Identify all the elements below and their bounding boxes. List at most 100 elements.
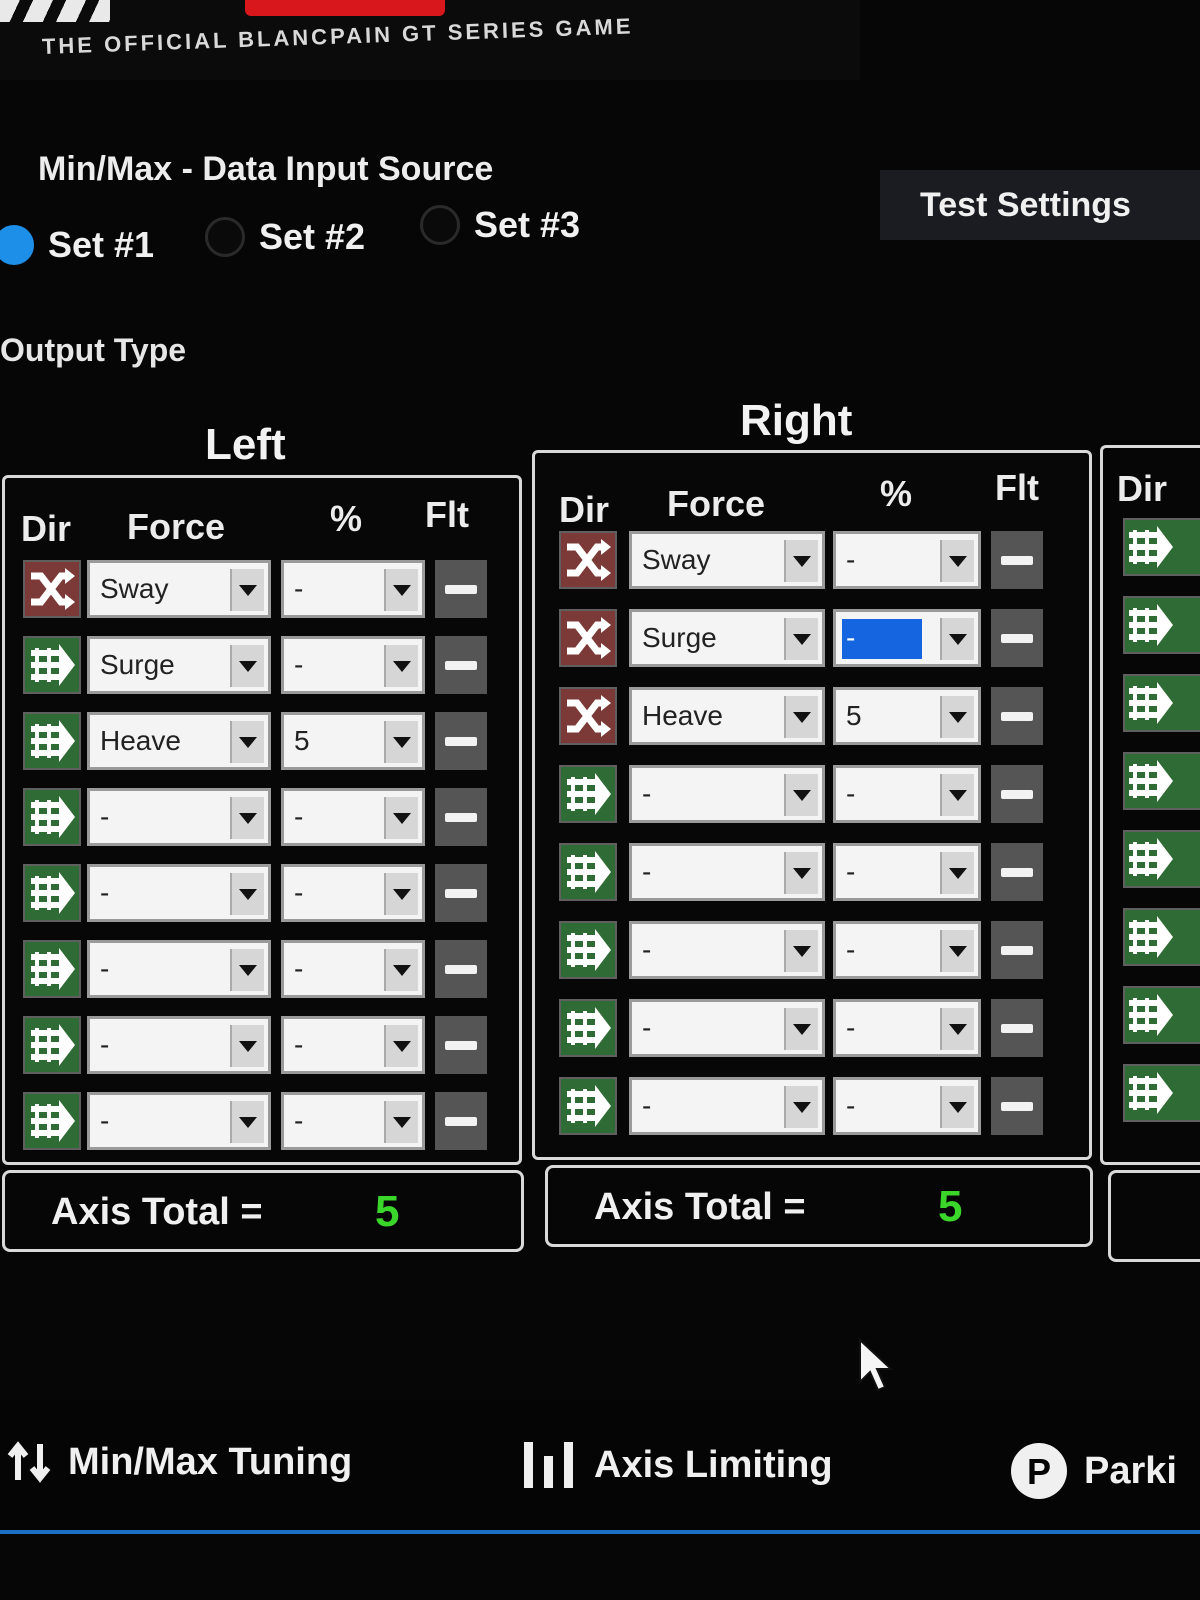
percent-select[interactable]: - [281, 636, 425, 694]
force-select[interactable]: - [87, 1092, 271, 1150]
dropdown-arrow-icon[interactable] [230, 721, 264, 763]
percent-select[interactable]: - [833, 531, 981, 589]
dropdown-arrow-icon[interactable] [784, 540, 818, 582]
dropdown-arrow-icon[interactable] [784, 696, 818, 738]
dir-arrow-icon[interactable] [1123, 596, 1200, 654]
force-select[interactable]: - [87, 788, 271, 846]
dropdown-arrow-icon[interactable] [384, 645, 418, 687]
filter-toggle[interactable] [435, 788, 487, 846]
dir-arrow-icon[interactable] [23, 1016, 81, 1074]
percent-select[interactable]: - [833, 765, 981, 823]
dir-arrow-icon[interactable] [1123, 752, 1200, 810]
percent-select[interactable]: - [833, 843, 981, 901]
force-select[interactable]: Surge [629, 609, 825, 667]
dir-arrow-icon[interactable] [1123, 986, 1200, 1044]
force-select[interactable]: - [629, 843, 825, 901]
dropdown-arrow-icon[interactable] [940, 930, 974, 972]
dropdown-arrow-icon[interactable] [230, 873, 264, 915]
dropdown-arrow-icon[interactable] [384, 1025, 418, 1067]
percent-select[interactable]: - [281, 864, 425, 922]
dir-arrow-icon[interactable] [559, 921, 617, 979]
dropdown-arrow-icon[interactable] [384, 569, 418, 611]
radio-set-3[interactable]: Set #3 [420, 204, 580, 246]
dir-arrow-icon[interactable] [559, 765, 617, 823]
dir-arrow-icon[interactable] [23, 864, 81, 922]
dropdown-arrow-icon[interactable] [940, 852, 974, 894]
dir-shuffle-icon[interactable] [559, 687, 617, 745]
filter-toggle[interactable] [435, 636, 487, 694]
percent-select[interactable]: - [833, 921, 981, 979]
force-select[interactable]: Heave [629, 687, 825, 745]
radio-set-1[interactable]: Set #1 [0, 224, 154, 266]
dropdown-arrow-icon[interactable] [784, 1086, 818, 1128]
filter-toggle[interactable] [991, 765, 1043, 823]
dropdown-arrow-icon[interactable] [940, 1008, 974, 1050]
percent-select[interactable]: - [281, 1092, 425, 1150]
dropdown-arrow-icon[interactable] [940, 774, 974, 816]
force-select[interactable]: Sway [629, 531, 825, 589]
force-select[interactable]: - [87, 864, 271, 922]
dir-arrow-icon[interactable] [1123, 518, 1200, 576]
percent-select[interactable]: - [281, 1016, 425, 1074]
filter-toggle[interactable] [991, 843, 1043, 901]
filter-toggle[interactable] [991, 531, 1043, 589]
filter-toggle[interactable] [435, 1092, 487, 1150]
filter-toggle[interactable] [435, 712, 487, 770]
dropdown-arrow-icon[interactable] [384, 797, 418, 839]
percent-select[interactable]: - [281, 940, 425, 998]
dir-arrow-icon[interactable] [23, 940, 81, 998]
filter-toggle[interactable] [991, 687, 1043, 745]
force-select[interactable]: Heave [87, 712, 271, 770]
dir-shuffle-icon[interactable] [23, 560, 81, 618]
dropdown-arrow-icon[interactable] [784, 774, 818, 816]
dropdown-arrow-icon[interactable] [940, 1086, 974, 1128]
filter-toggle[interactable] [991, 1077, 1043, 1135]
dropdown-arrow-icon[interactable] [230, 949, 264, 991]
filter-toggle[interactable] [435, 940, 487, 998]
dropdown-arrow-icon[interactable] [384, 721, 418, 763]
force-select[interactable]: - [629, 921, 825, 979]
force-select[interactable]: - [629, 999, 825, 1057]
nav-parking[interactable]: P Parki [1008, 1440, 1177, 1502]
dropdown-arrow-icon[interactable] [940, 618, 974, 660]
filter-toggle[interactable] [991, 921, 1043, 979]
dir-arrow-icon[interactable] [1123, 830, 1200, 888]
dropdown-arrow-icon[interactable] [230, 1101, 264, 1143]
force-select[interactable]: Surge [87, 636, 271, 694]
force-select[interactable]: - [629, 765, 825, 823]
dir-arrow-icon[interactable] [23, 712, 81, 770]
force-select[interactable]: - [87, 940, 271, 998]
dropdown-arrow-icon[interactable] [940, 540, 974, 582]
dropdown-arrow-icon[interactable] [784, 618, 818, 660]
dropdown-arrow-icon[interactable] [784, 930, 818, 972]
nav-minmax-tuning[interactable]: Min/Max Tuning [6, 1440, 352, 1484]
dir-arrow-icon[interactable] [23, 636, 81, 694]
dir-arrow-icon[interactable] [1123, 908, 1200, 966]
percent-select[interactable]: - [833, 999, 981, 1057]
dropdown-arrow-icon[interactable] [384, 1101, 418, 1143]
filter-toggle[interactable] [991, 999, 1043, 1057]
dropdown-arrow-icon[interactable] [784, 852, 818, 894]
dropdown-arrow-icon[interactable] [940, 696, 974, 738]
nav-axis-limiting[interactable]: Axis Limiting [520, 1440, 833, 1490]
dropdown-arrow-icon[interactable] [384, 949, 418, 991]
filter-toggle[interactable] [435, 1016, 487, 1074]
force-select[interactable]: Sway [87, 560, 271, 618]
percent-select[interactable]: - [833, 1077, 981, 1135]
dropdown-arrow-icon[interactable] [230, 1025, 264, 1067]
dir-arrow-icon[interactable] [1123, 1064, 1200, 1122]
dropdown-arrow-icon[interactable] [230, 797, 264, 839]
filter-toggle[interactable] [435, 560, 487, 618]
force-select[interactable]: - [629, 1077, 825, 1135]
test-settings-button[interactable]: Test Settings [880, 170, 1200, 240]
percent-select[interactable]: 5 [281, 712, 425, 770]
dir-shuffle-icon[interactable] [559, 609, 617, 667]
percent-select[interactable]: - [281, 560, 425, 618]
dir-arrow-icon[interactable] [559, 1077, 617, 1135]
dir-arrow-icon[interactable] [559, 843, 617, 901]
percent-select[interactable]: 5 [833, 687, 981, 745]
dir-arrow-icon[interactable] [1123, 674, 1200, 732]
dropdown-arrow-icon[interactable] [230, 569, 264, 611]
dir-arrow-icon[interactable] [23, 788, 81, 846]
dropdown-arrow-icon[interactable] [384, 873, 418, 915]
